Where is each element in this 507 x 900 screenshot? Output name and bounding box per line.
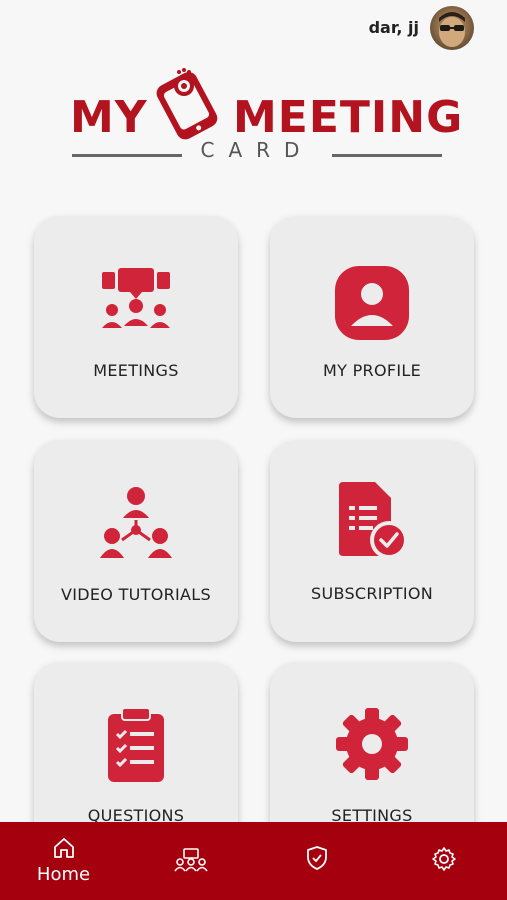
my-profile-card[interactable]: MY PROFILE bbox=[270, 216, 474, 418]
nav-home-label: Home bbox=[36, 864, 91, 885]
logo-phone-icon bbox=[156, 68, 218, 140]
top-bar: dar, jj bbox=[0, 0, 507, 60]
shield-check-icon bbox=[306, 846, 327, 870]
my-profile-label: MY PROFILE bbox=[323, 361, 421, 380]
app-logo: MY MEETING CARD bbox=[70, 62, 462, 170]
clipboard-checklist-icon bbox=[108, 707, 164, 782]
avatar[interactable] bbox=[430, 6, 474, 50]
nav-home[interactable]: Home bbox=[0, 822, 127, 900]
logo-word-card: CARD bbox=[200, 138, 314, 162]
home-icon bbox=[53, 838, 74, 858]
video-tutorials-icon bbox=[100, 487, 172, 558]
nav-subscription[interactable] bbox=[253, 822, 380, 900]
video-tutorials-card[interactable]: VIDEO TUTORIALS bbox=[34, 440, 238, 642]
user-profile-icon bbox=[335, 266, 409, 340]
gear-icon bbox=[431, 847, 456, 871]
logo-word-meeting: MEETING bbox=[233, 92, 464, 143]
subscription-document-icon bbox=[339, 482, 408, 559]
subscription-card[interactable]: SUBSCRIPTION bbox=[270, 440, 474, 642]
meetings-card[interactable]: MEETINGS bbox=[34, 216, 238, 418]
meetings-label: MEETINGS bbox=[93, 361, 179, 380]
logo-divider-right bbox=[332, 154, 442, 157]
subscription-label: SUBSCRIPTION bbox=[310, 584, 434, 603]
meetings-icon bbox=[102, 268, 170, 328]
nav-meetings[interactable] bbox=[127, 822, 254, 900]
logo-word-my: MY bbox=[70, 92, 148, 143]
meetings-icon bbox=[173, 848, 208, 872]
video-tutorials-label: VIDEO TUTORIALS bbox=[61, 585, 211, 604]
user-name[interactable]: dar, jj bbox=[369, 18, 419, 37]
logo-divider-left bbox=[72, 154, 182, 157]
settings-gear-icon bbox=[336, 708, 408, 780]
nav-settings[interactable] bbox=[380, 822, 507, 900]
bottom-navigation: Home bbox=[0, 822, 507, 900]
